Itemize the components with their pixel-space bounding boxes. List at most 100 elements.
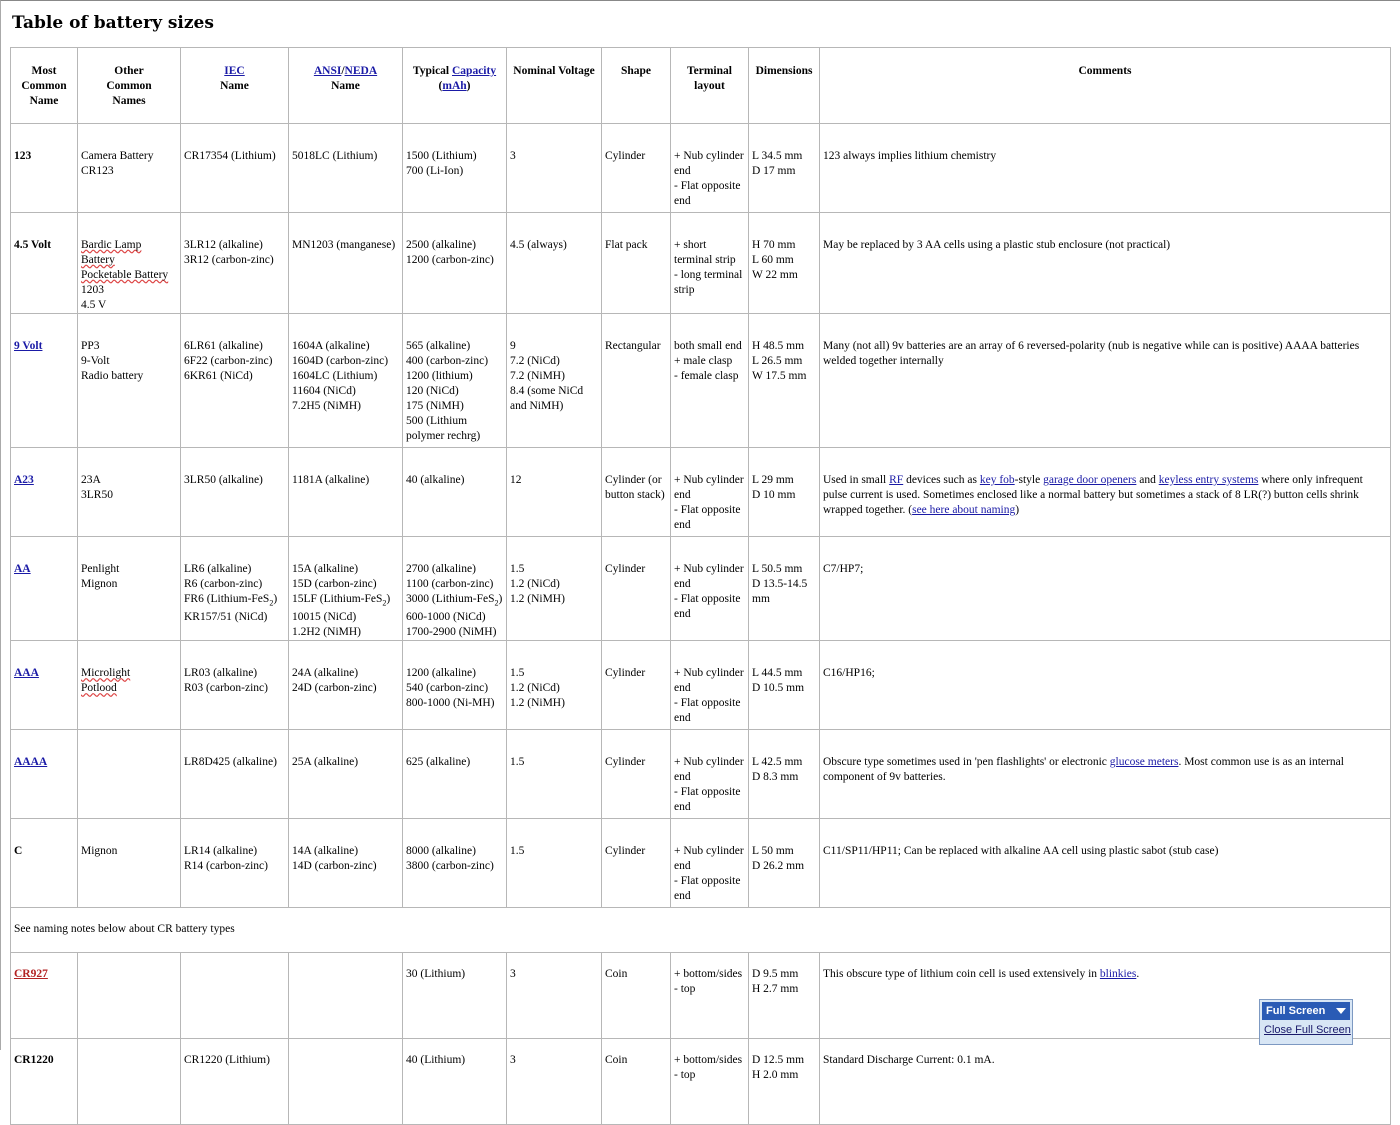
cell-other [77,729,181,820]
cell-voltage: 3 [506,123,602,213]
close-fullscreen-button[interactable]: Close Full Screen [1260,1022,1352,1036]
cell-dims: D 9.5 mm H 2.7 mm [748,952,820,1040]
aa-link[interactable]: AA [14,563,31,575]
cell-capacity: 30 (Lithium) [402,952,507,1040]
fullscreen-button[interactable]: Full Screen [1262,1002,1350,1020]
chevron-down-icon[interactable] [1336,1008,1346,1014]
iec-link[interactable]: IEC [184,64,285,79]
cell-voltage: 4.5 (always) [506,212,602,314]
header-most-common: Most Common Name [10,47,78,124]
a23-link[interactable]: A23 [14,474,34,486]
neda-link[interactable]: NEDA [345,65,378,77]
cell-ansi: 24A (alkaline) 24D (carbon-zinc) [288,640,403,731]
cell-iec: CR1220 (Lithium) [180,1038,289,1125]
cell-terminal: + Nub cylinder end - Flat opposite end [670,640,749,731]
key-fob-link[interactable]: key fob [980,474,1015,486]
cell-voltage: 3 [506,952,602,1040]
cell-comments: Used in small RF devices such as key fob… [819,447,1391,537]
cell-other [77,1038,181,1125]
cell-ansi [288,1038,403,1125]
cell-terminal: + bottom/sides - top [670,1038,749,1125]
cell-ansi: 1604A (alkaline) 1604D (carbon-zinc) 1604L… [288,313,403,448]
9-volt-link[interactable]: 9 Volt [14,340,42,352]
cell-capacity: 1500 (Lithium) 700 (Li-Ion) [402,123,507,213]
cell-comments: C16/HP16; [819,640,1391,731]
table-row: A23 23A 3LR50 3LR50 (alkaline) 1181A (alk… [10,447,1391,537]
cell-ansi: 1181A (alkaline) [288,447,403,537]
cell-capacity: 625 (alkaline) [402,729,507,820]
blinkies-link[interactable]: blinkies [1100,968,1136,980]
header-other-common: Other Common Names [77,47,181,124]
cell-other: PP3 9-Volt Radio battery [77,313,181,448]
header-dimensions: Dimensions [748,47,820,124]
cell-shape: Cylinder [601,535,671,642]
cell-shape: Flat pack [601,212,671,314]
ansi-link[interactable]: ANSI [314,65,341,77]
cell-name: AAA [10,640,78,731]
table-row: AAA Microlight Potlood LR03 (alkaline) R03… [10,640,1391,731]
cell-voltage: 1.5 1.2 (NiCd) 1.2 (NiMH) [506,535,602,642]
cell-terminal: + Nub cylinder end - Flat opposite end [670,729,749,820]
cr927-link[interactable]: CR927 [14,968,48,980]
cell-shape: Cylinder [601,729,671,820]
mah-link[interactable]: mAh [442,80,466,92]
cell-dims: L 50.5 mm D 13.5-14.5 mm [748,535,820,642]
cell-terminal: both small end + male clasp - female clasp [670,313,749,448]
cell-comments: C11/SP11/HP11; Can be replaced with alka… [819,818,1391,909]
cell-shape: Coin [601,952,671,1040]
cell-other [77,952,181,1040]
naming-note: See naming notes below about CR battery … [10,907,1391,954]
glucose-meters-link[interactable]: glucose meters [1110,756,1179,768]
cell-ansi: 15A (alkaline) 15D (carbon-zinc) 15LF (Lit… [288,535,403,642]
cell-other: Bardic Lamp Battery Pocketable Battery 120… [77,212,181,314]
garage-door-openers-link[interactable]: garage door openers [1043,474,1136,486]
cell-dims: H 48.5 mm L 26.5 mm W 17.5 mm [748,313,820,448]
capacity-link[interactable]: Capacity [452,65,496,77]
header-terminal: Terminal layout [670,47,749,124]
cell-iec: LR6 (alkaline) R6 (carbon-zinc) FR6 (Lithi… [180,535,289,642]
rf-link[interactable]: RF [889,474,903,486]
cell-comments: Standard Discharge Current: 0.1 mA. [819,1038,1391,1125]
cell-shape: Coin [601,1038,671,1125]
cell-other: Camera Battery CR123 [77,123,181,213]
header-row: Most Common Name Other Common Names IEC … [10,47,1391,124]
cell-shape: Rectangular [601,313,671,448]
cell-name: A23 [10,447,78,537]
cell-iec: CR17354 (Lithium) [180,123,289,213]
cell-voltage: 1.5 1.2 (NiCd) 1.2 (NiMH) [506,640,602,731]
battery-table: Most Common Name Other Common Names IEC … [10,47,1391,1125]
cell-comments: Many (not all) 9v batteries are an array… [819,313,1391,448]
cell-other: Penlight Mignon [77,535,181,642]
cell-shape: Cylinder [601,123,671,213]
cell-dims: L 29 mm D 10 mm [748,447,820,537]
cell-capacity: 2500 (alkaline) 1200 (carbon-zinc) [402,212,507,314]
cell-shape: Cylinder [601,818,671,909]
cell-comments: May be replaced by 3 AA cells using a pl… [819,212,1391,314]
aaaa-link[interactable]: AAAA [14,756,47,768]
table-row: CR1220 CR1220 (Lithium) 40 (Lithium) 3 C… [10,1038,1391,1125]
cell-voltage: 9 7.2 (NiCd) 7.2 (NiMH) 8.4 (some NiCd and … [506,313,602,448]
cell-iec: LR8D425 (alkaline) [180,729,289,820]
cell-ansi [288,952,403,1040]
naming-link[interactable]: see here about naming [912,504,1015,516]
cell-terminal: + Nub cylinder end - Flat opposite end [670,447,749,537]
cell-ansi: MN1203 (manganese) [288,212,403,314]
cell-voltage: 12 [506,447,602,537]
cell-name: AAAA [10,729,78,820]
cell-name: 4.5 Volt [10,212,78,314]
note-row: See naming notes below about CR battery … [10,907,1391,954]
cell-terminal: + Nub cylinder end - Flat opposite end [670,818,749,909]
header-iec: IEC Name [180,47,289,124]
cell-voltage: 1.5 [506,729,602,820]
cell-voltage: 1.5 [506,818,602,909]
cell-capacity: 2700 (alkaline) 1100 (carbon-zinc) 3000 (L… [402,535,507,642]
page-title: Table of battery sizes [12,13,214,33]
keyless-entry-link[interactable]: keyless entry systems [1159,474,1259,486]
cell-capacity: 40 (alkaline) [402,447,507,537]
aaa-link[interactable]: AAA [14,667,39,679]
header-comments: Comments [819,47,1391,124]
cell-name: CR927 [10,952,78,1040]
cell-ansi: 14A (alkaline) 14D (carbon-zinc) [288,818,403,909]
header-capacity: Typical Capacity (mAh) [402,47,507,124]
cell-iec: 3LR12 (alkaline) 3R12 (carbon-zinc) [180,212,289,314]
